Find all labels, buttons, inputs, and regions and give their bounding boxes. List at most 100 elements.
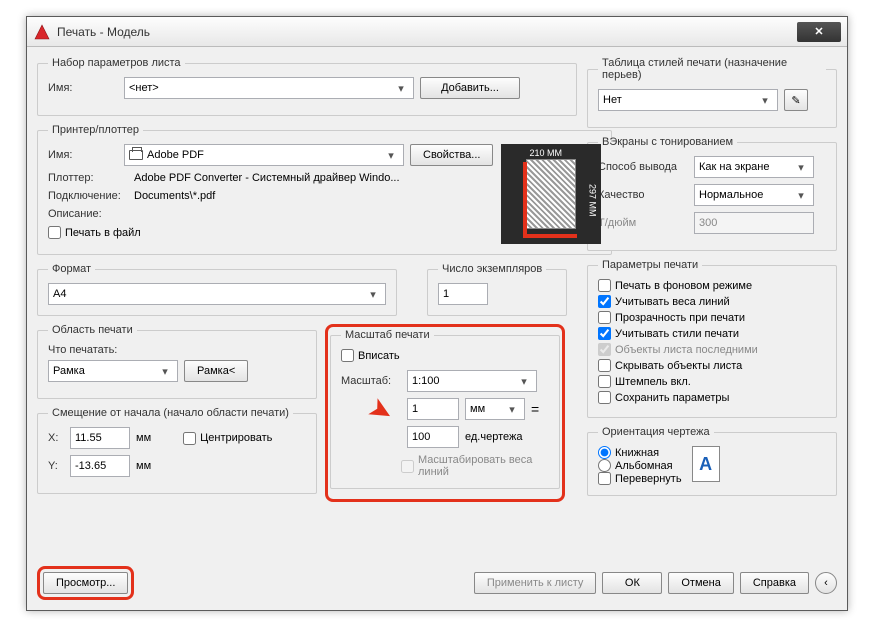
- apply-to-layout-button: Применить к листу: [474, 572, 597, 594]
- what-to-plot-label: Что печатать:: [48, 344, 306, 356]
- style-table-group: Таблица стилей печати (назначение перьев…: [587, 57, 837, 128]
- option-checkbox-2[interactable]: [598, 311, 611, 324]
- dpi-label: Т/дюйм: [598, 217, 688, 229]
- shade-mode-value: Как на экране: [699, 161, 770, 173]
- landscape-radio[interactable]: [598, 459, 611, 472]
- scale-units-input[interactable]: [407, 426, 459, 448]
- quality-combo[interactable]: Нормальное ▾: [694, 184, 814, 206]
- option-checkbox-6[interactable]: [598, 375, 611, 388]
- quality-value: Нормальное: [699, 189, 763, 201]
- option-checkbox-0[interactable]: [598, 279, 611, 292]
- help-button[interactable]: Справка: [740, 572, 809, 594]
- option-checkbox-4: [598, 343, 611, 356]
- style-table-legend: Таблица стилей печати (назначение перьев…: [598, 57, 826, 81]
- chevron-down-icon: ▾: [793, 161, 809, 174]
- scale-mm-input[interactable]: [407, 398, 459, 420]
- option-checkbox-1[interactable]: [598, 295, 611, 308]
- option-label-3: Учитывать стили печати: [615, 328, 739, 340]
- x-offset-input[interactable]: [70, 427, 130, 449]
- style-table-combo[interactable]: Нет ▾: [598, 89, 778, 111]
- offset-legend: Смещение от начала (начало области печат…: [48, 407, 293, 419]
- option-label-6: Штемпель вкл.: [615, 376, 691, 388]
- option-checkbox-7[interactable]: [598, 391, 611, 404]
- print-to-file-label: Печать в файл: [65, 227, 141, 239]
- paper-height-label: 297 MM: [587, 184, 597, 217]
- plot-area-combo[interactable]: Рамка ▾: [48, 360, 178, 382]
- format-legend: Формат: [48, 263, 95, 275]
- quality-label: Качество: [598, 189, 688, 201]
- y-unit: мм: [136, 460, 151, 472]
- collapse-button[interactable]: ‹: [815, 572, 837, 594]
- app-icon: [33, 23, 51, 41]
- format-group: Формат A4 ▾: [37, 263, 397, 316]
- window-select-button[interactable]: Рамка<: [184, 360, 248, 382]
- chevron-down-icon: ▾: [793, 189, 809, 202]
- shade-mode-label: Способ вывода: [598, 161, 688, 173]
- paper-preview: 210 MM 297 MM: [501, 144, 601, 244]
- copies-legend: Число экземпляров: [438, 263, 546, 275]
- option-label-1: Учитывать веса линий: [615, 296, 730, 308]
- orientation-legend: Ориентация чертежа: [598, 426, 714, 438]
- printer-name-label: Имя:: [48, 149, 118, 161]
- chevron-down-icon: ▾: [393, 82, 409, 95]
- copies-input[interactable]: [438, 283, 488, 305]
- option-label-7: Сохранить параметры: [615, 392, 729, 404]
- chevron-down-icon: ▾: [365, 288, 381, 301]
- orientation-group: Ориентация чертежа Книжная Альбомная Пер…: [587, 426, 837, 496]
- style-table-value: Нет: [603, 94, 622, 106]
- plotter-label: Плоттер:: [48, 172, 128, 184]
- preview-button[interactable]: Просмотр...: [43, 572, 128, 594]
- plot-options-legend: Параметры печати: [598, 259, 702, 271]
- plot-area-legend: Область печати: [48, 324, 137, 336]
- landscape-label: Альбомная: [615, 460, 673, 472]
- option-label-4: Объекты листа последними: [615, 344, 758, 356]
- fit-to-paper-checkbox[interactable]: [341, 349, 354, 362]
- y-offset-input[interactable]: [70, 455, 130, 477]
- upside-down-checkbox[interactable]: [598, 472, 611, 485]
- option-label-0: Печать в фоновом режиме: [615, 280, 752, 292]
- paper-size-combo[interactable]: A4 ▾: [48, 283, 386, 305]
- printer-name-combo[interactable]: Adobe PDF ▾: [124, 144, 404, 166]
- portrait-radio[interactable]: [598, 446, 611, 459]
- printer-group: Принтер/плоттер Имя: Adobe PDF ▾ Свойств…: [37, 124, 612, 255]
- paper-width-label: 210 MM: [529, 148, 562, 158]
- page-setup-legend: Набор параметров листа: [48, 57, 185, 69]
- chevron-down-icon: ▾: [157, 365, 173, 378]
- page-setup-name-label: Имя:: [48, 82, 118, 94]
- cancel-button[interactable]: Отмена: [668, 572, 733, 594]
- close-button[interactable]: ✕: [797, 22, 841, 42]
- printer-icon: [129, 150, 143, 160]
- option-checkbox-3[interactable]: [598, 327, 611, 340]
- shaded-legend: ВЭкраны с тонированием: [598, 136, 737, 148]
- shade-mode-combo[interactable]: Как на экране ▾: [694, 156, 814, 178]
- plot-area-group: Область печати Что печатать: Рамка ▾ Рам…: [37, 324, 317, 399]
- scale-unit-combo[interactable]: мм ▾: [465, 398, 525, 420]
- dialog-footer: Просмотр... Применить к листу ОК Отмена …: [37, 566, 837, 600]
- plot-area-value: Рамка: [53, 365, 85, 377]
- printer-legend: Принтер/плоттер: [48, 124, 143, 136]
- window-title: Печать - Модель: [57, 25, 797, 39]
- page-setup-name-combo[interactable]: <нет> ▾: [124, 77, 414, 99]
- scale-group: Масштаб печати Вписать Масштаб: 1:100 ▾: [330, 329, 560, 489]
- printer-properties-button[interactable]: Свойства...: [410, 144, 493, 166]
- offset-group: Смещение от начала (начало области печат…: [37, 407, 317, 494]
- chevron-down-icon: ▾: [504, 403, 520, 416]
- description-label: Описание:: [48, 208, 128, 220]
- scale-lineweights-checkbox: [401, 460, 414, 473]
- option-checkbox-5[interactable]: [598, 359, 611, 372]
- ok-button[interactable]: ОК: [602, 572, 662, 594]
- edit-style-button[interactable]: ✎: [784, 89, 808, 111]
- scale-unit-value: мм: [470, 403, 485, 415]
- fit-to-paper-label: Вписать: [358, 350, 400, 362]
- center-checkbox[interactable]: [183, 432, 196, 445]
- x-label: X:: [48, 432, 64, 444]
- scale-lineweights-label: Масштабировать веса линий: [418, 454, 549, 478]
- chevron-down-icon: ▾: [757, 94, 773, 107]
- x-unit: мм: [136, 432, 151, 444]
- scale-combo[interactable]: 1:100 ▾: [407, 370, 537, 392]
- print-to-file-checkbox[interactable]: [48, 226, 61, 239]
- option-label-5: Скрывать объекты листа: [615, 360, 742, 372]
- chevron-down-icon: ▾: [516, 375, 532, 388]
- equals-icon: =: [531, 401, 539, 417]
- add-page-setup-button[interactable]: Добавить...: [420, 77, 520, 99]
